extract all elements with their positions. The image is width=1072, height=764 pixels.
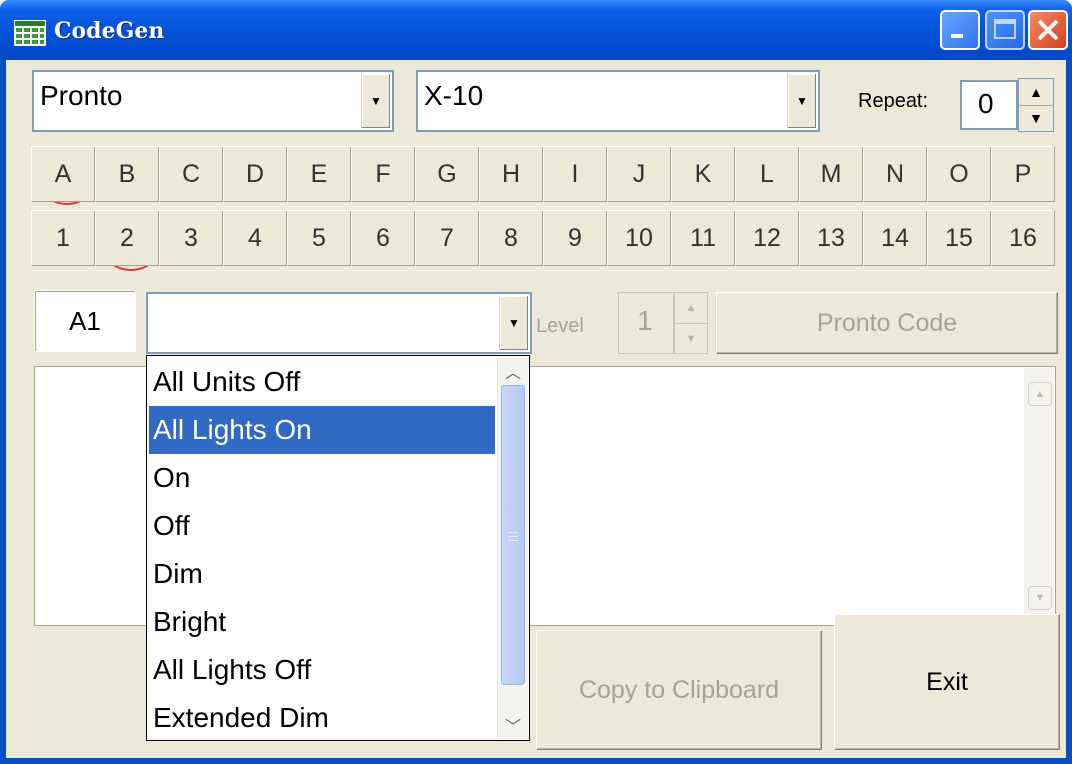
chevron-down-icon: ▼ [370, 94, 382, 108]
house-code-button-n[interactable]: N [863, 146, 927, 202]
copy-to-clipboard-button[interactable]: Copy to Clipboard [536, 630, 822, 750]
scroll-down-icon[interactable]: ﹀ [500, 713, 526, 737]
unit-code-button-2[interactable]: 2 [95, 210, 159, 266]
command-dropdown-list[interactable]: All Units Off All Lights On On Off Dim Bright… [146, 355, 530, 741]
minimize-icon [951, 34, 963, 38]
house-code-button-a[interactable]: A [31, 146, 95, 202]
level-label: Level [536, 315, 584, 337]
codegen-window: CodeGen Pronto ▼ X-10 ▼ Repeat: 0 ▲ ▼ A1… [0, 0, 1072, 764]
format-value: Pronto [40, 80, 123, 111]
level-value: 1 [637, 305, 653, 336]
house-code-button-m[interactable]: M [799, 146, 863, 202]
title-bar[interactable]: CodeGen [0, 0, 1072, 60]
protocol-dropdown-button[interactable]: ▼ [787, 74, 816, 128]
house-code-button-g[interactable]: G [415, 146, 479, 202]
level-input[interactable]: 1 [618, 292, 674, 354]
unit-code-button-13[interactable]: 13 [799, 210, 863, 266]
scroll-up-icon[interactable]: ︿ [500, 359, 526, 383]
close-icon [1037, 19, 1059, 41]
command-list-item[interactable]: Extended Dim [149, 694, 495, 742]
app-grid-icon [14, 20, 46, 46]
unit-code-button-4[interactable]: 4 [223, 210, 287, 266]
house-code-button-j[interactable]: J [607, 146, 671, 202]
repeat-input[interactable]: 0 [960, 80, 1018, 130]
house-code-button-b[interactable]: B [95, 146, 159, 202]
chevron-down-icon: ▼ [796, 94, 808, 108]
level-spinner[interactable]: ▲ ▼ [674, 292, 708, 354]
up-arrow-icon[interactable]: ▲ [675, 293, 707, 324]
pronto-code-button[interactable]: Pronto Code [716, 292, 1058, 354]
house-code-button-c[interactable]: C [159, 146, 223, 202]
house-code-button-e[interactable]: E [287, 146, 351, 202]
house-code-button-i[interactable]: I [543, 146, 607, 202]
scroll-up-icon[interactable]: ▲ [1028, 382, 1052, 406]
protocol-combo[interactable]: X-10 ▼ [416, 70, 820, 132]
format-dropdown-button[interactable]: ▼ [361, 74, 390, 128]
house-code-button-o[interactable]: O [927, 146, 991, 202]
command-list-item[interactable]: All Units Off [149, 358, 495, 406]
address-display: A1 [34, 290, 136, 352]
unit-code-button-15[interactable]: 15 [927, 210, 991, 266]
repeat-value: 0 [978, 88, 994, 119]
unit-code-button-12[interactable]: 12 [735, 210, 799, 266]
output-scrollbar[interactable]: ▲ ▼ [1024, 368, 1054, 624]
house-code-button-k[interactable]: K [671, 146, 735, 202]
unit-code-button-8[interactable]: 8 [479, 210, 543, 266]
command-list-item[interactable]: Dim [149, 550, 495, 598]
protocol-value: X-10 [424, 80, 484, 111]
maximize-button[interactable] [985, 10, 1025, 50]
unit-code-button-9[interactable]: 9 [543, 210, 607, 266]
scroll-thumb[interactable] [501, 385, 525, 685]
command-list-item[interactable]: All Lights On [149, 406, 495, 454]
command-list-scrollbar[interactable]: ︿ ﹀ [497, 357, 528, 739]
chevron-down-icon: ▼ [508, 316, 520, 330]
unit-code-button-11[interactable]: 11 [671, 210, 735, 266]
unit-code-button-10[interactable]: 10 [607, 210, 671, 266]
maximize-icon [994, 19, 1016, 39]
command-list-item[interactable]: On [149, 454, 495, 502]
unit-code-button-3[interactable]: 3 [159, 210, 223, 266]
command-list-item[interactable]: Bright [149, 598, 495, 646]
scroll-down-icon[interactable]: ▼ [1028, 586, 1052, 610]
house-code-button-f[interactable]: F [351, 146, 415, 202]
close-button[interactable] [1028, 10, 1068, 50]
command-combo[interactable]: ▼ [146, 292, 532, 354]
exit-button[interactable]: Exit [834, 614, 1060, 750]
down-arrow-icon[interactable]: ▼ [675, 324, 707, 354]
unit-code-button-7[interactable]: 7 [415, 210, 479, 266]
house-code-button-h[interactable]: H [479, 146, 543, 202]
up-arrow-icon[interactable]: ▲ [1019, 79, 1053, 106]
unit-code-button-16[interactable]: 16 [991, 210, 1055, 266]
unit-code-button-1[interactable]: 1 [31, 210, 95, 266]
down-arrow-icon[interactable]: ▼ [1019, 105, 1053, 131]
house-code-button-p[interactable]: P [991, 146, 1055, 202]
format-combo[interactable]: Pronto ▼ [32, 70, 394, 132]
unit-code-button-6[interactable]: 6 [351, 210, 415, 266]
window-title: CodeGen [54, 18, 165, 44]
repeat-label: Repeat: [858, 90, 929, 112]
unit-code-button-14[interactable]: 14 [863, 210, 927, 266]
unit-code-button-5[interactable]: 5 [287, 210, 351, 266]
house-code-button-d[interactable]: D [223, 146, 287, 202]
minimize-button[interactable] [940, 10, 980, 50]
command-dropdown-button[interactable]: ▼ [499, 296, 528, 350]
command-list-item[interactable]: Off [149, 502, 495, 550]
house-code-button-l[interactable]: L [735, 146, 799, 202]
repeat-spinner[interactable]: ▲ ▼ [1018, 78, 1054, 132]
command-list-item[interactable]: All Lights Off [149, 646, 495, 694]
